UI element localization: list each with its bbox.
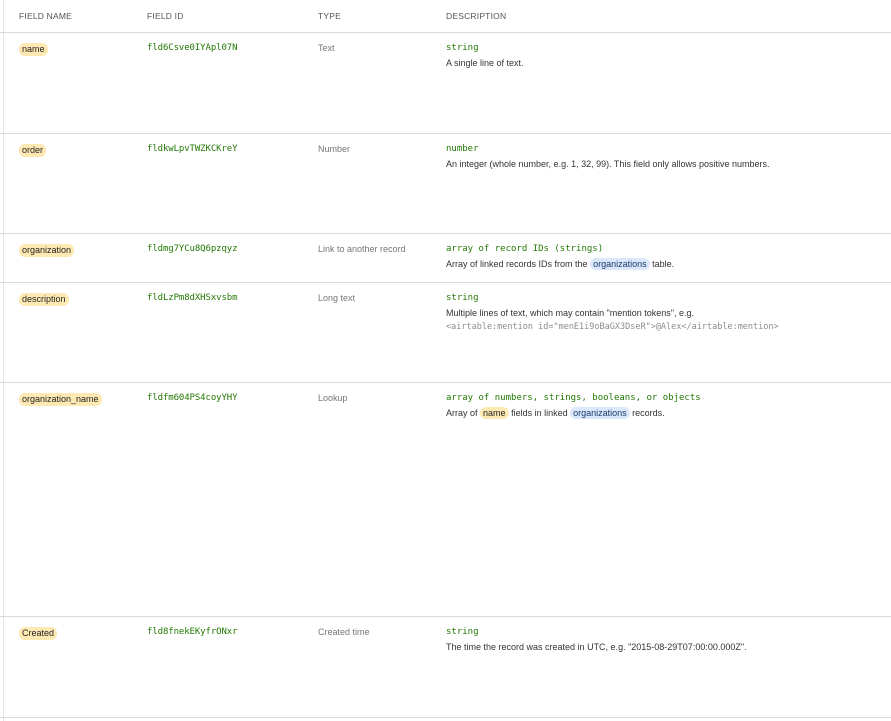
description-type: array of record IDs (strings) — [446, 244, 604, 254]
field-description: string The time the record was created i… — [446, 627, 886, 653]
table-row: name fld6Csve0IYApl07N Text string A sin… — [0, 33, 891, 134]
table-header: FIELD NAME FIELD ID TYPE DESCRIPTION — [0, 0, 891, 33]
field-id: fld6Csve0IYApl07N — [147, 43, 238, 53]
table-row: Created fld8fnekEKyfrONxr Created time s… — [0, 617, 891, 718]
description-prefix: Array of linked records IDs from the — [446, 259, 588, 269]
field-name-pill: name — [19, 43, 48, 56]
description-type: array of numbers, strings, booleans, or … — [446, 393, 701, 403]
description-type: string — [446, 43, 479, 53]
field-description: array of numbers, strings, booleans, or … — [446, 393, 886, 419]
description-text: Array of name fields in linked organizat… — [446, 407, 886, 419]
field-description: string A single line of text. — [446, 43, 886, 69]
field-id: fldmg7YCu8Q6pzqyz — [147, 244, 238, 254]
description-text: Multiple lines of text, which may contai… — [446, 308, 695, 318]
header-field-name: FIELD NAME — [19, 11, 73, 21]
table-name-pill[interactable]: organizations — [570, 407, 630, 419]
table-row: description fldLzPm8dXHSxvsbm Long text … — [0, 283, 891, 383]
field-name-pill: order — [19, 144, 47, 157]
field-id: fldLzPm8dXHSxvsbm — [147, 293, 238, 303]
field-name-pill[interactable]: name — [480, 407, 509, 419]
description-prefix: Array of — [446, 408, 478, 418]
field-type: Number — [318, 144, 351, 154]
field-type: Created time — [318, 627, 370, 637]
description-type: string — [446, 627, 479, 637]
table-row: organization fldmg7YCu8Q6pzqyz Link to a… — [0, 234, 891, 283]
description-text: A single line of text. — [446, 58, 524, 68]
field-id: fldkwLpvTWZKCKreY — [147, 144, 238, 154]
description-text: The time the record was created in UTC, … — [446, 642, 747, 652]
description-text: Array of linked records IDs from the org… — [446, 258, 886, 270]
description-suffix: table. — [652, 259, 675, 269]
header-description: DESCRIPTION — [446, 11, 507, 21]
table-row: order fldkwLpvTWZKCKreY Number number An… — [0, 134, 891, 234]
field-id: fld8fnekEKyfrONxr — [147, 627, 238, 637]
field-type: Lookup — [318, 393, 348, 403]
field-name-pill: Created — [19, 627, 58, 640]
description-type: number — [446, 144, 479, 154]
field-id: fldfm604PS4coyYHY — [147, 393, 238, 403]
field-name-pill: organization_name — [19, 393, 102, 406]
description-type: string — [446, 293, 479, 303]
description-text: An integer (whole number, e.g. 1, 32, 99… — [446, 159, 770, 169]
field-description: number An integer (whole number, e.g. 1,… — [446, 144, 886, 170]
description-middle: fields in linked — [511, 408, 568, 418]
header-type: TYPE — [318, 11, 342, 21]
table-name-pill[interactable]: organizations — [590, 258, 650, 270]
field-name-pill: description — [19, 293, 69, 306]
field-type: Text — [318, 43, 335, 53]
header-field-id: FIELD ID — [147, 11, 184, 21]
field-name-pill: organization — [19, 244, 75, 257]
table-row: organization_name fldfm604PS4coyYHY Look… — [0, 383, 891, 617]
field-type: Long text — [318, 293, 356, 303]
field-description: array of record IDs (strings) Array of l… — [446, 244, 886, 270]
description-suffix: records. — [632, 408, 665, 418]
field-type: Link to another record — [318, 244, 406, 254]
field-description: string Multiple lines of text, which may… — [446, 293, 886, 332]
mention-token-example: <airtable:mention id="menE1i9oBaGX3DseR"… — [446, 322, 779, 332]
